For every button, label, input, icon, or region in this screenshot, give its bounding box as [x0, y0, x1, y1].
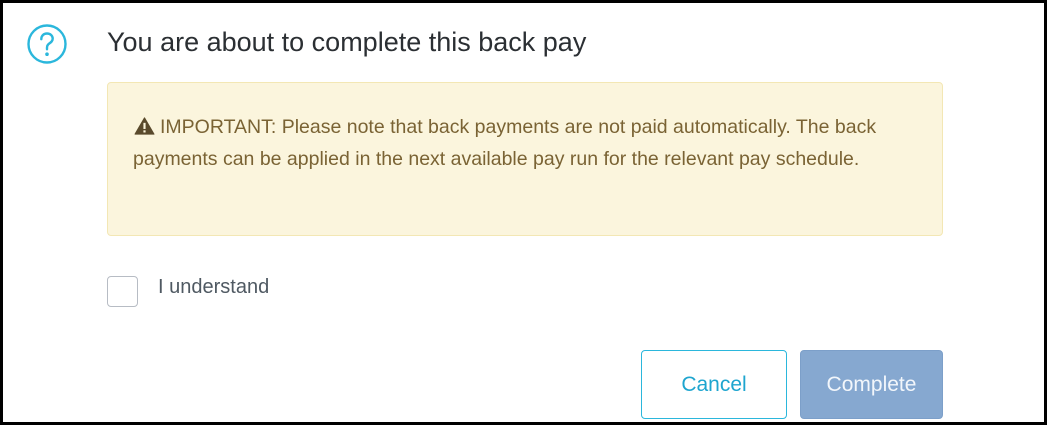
- dialog-title: You are about to complete this back pay: [107, 27, 587, 57]
- cancel-button[interactable]: Cancel: [641, 350, 787, 419]
- complete-button[interactable]: Complete: [800, 350, 943, 419]
- understand-label[interactable]: I understand: [158, 276, 269, 299]
- important-notice: IMPORTANT: Please note that back payment…: [107, 82, 943, 236]
- warning-triangle-icon: [134, 117, 155, 135]
- acknowledge-row[interactable]: I understand: [107, 276, 269, 307]
- understand-checkbox[interactable]: [107, 276, 138, 307]
- notice-text: IMPORTANT: Please note that back payment…: [133, 116, 877, 170]
- question-circle-icon: [27, 24, 67, 64]
- confirm-dialog: You are about to complete this back pay …: [0, 0, 1047, 425]
